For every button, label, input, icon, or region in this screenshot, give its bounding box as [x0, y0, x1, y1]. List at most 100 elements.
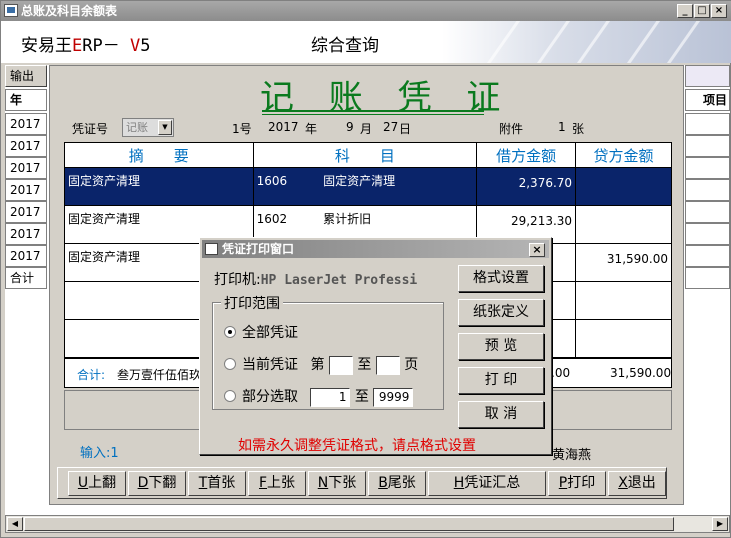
credit-cell[interactable]: [575, 205, 672, 244]
voucher-summary-button[interactable]: H凭证汇总: [428, 471, 546, 496]
dialog-print-button[interactable]: 打 印: [458, 367, 544, 394]
brand-logo: 安易王ERP－ V5: [21, 36, 151, 56]
year-cell[interactable]: 2017: [5, 223, 47, 245]
maximize-button[interactable]: □: [694, 4, 710, 18]
month-label: 月: [360, 122, 373, 136]
total-row-label: 合计: [5, 267, 47, 289]
account-cell[interactable]: 1606 固定资产清理: [252, 167, 478, 206]
first-voucher-button[interactable]: T首张: [188, 471, 246, 496]
year-cell[interactable]: 2017: [5, 179, 47, 201]
year-cell[interactable]: 2017: [5, 201, 47, 223]
radio-all-vouchers[interactable]: 全部凭证: [224, 322, 298, 342]
format-settings-button[interactable]: 格式设置: [458, 265, 544, 292]
mode-title: 综合查询: [311, 36, 379, 56]
page-from-input[interactable]: [328, 355, 353, 375]
preview-button[interactable]: 预 览: [458, 333, 544, 360]
attachment-count: 1: [558, 120, 566, 134]
print-dialog: 凭证打印窗口 × 打印机:HP LaserJet Professi 打印范围 全…: [199, 237, 552, 455]
page-down-button[interactable]: D下翻: [128, 471, 186, 496]
radio-icon[interactable]: [224, 390, 236, 402]
radio-icon[interactable]: [224, 358, 236, 370]
project-cell[interactable]: [685, 201, 730, 223]
radio-selected-icon[interactable]: [224, 326, 236, 338]
app-header: 安易王ERP－ V5 综合查询: [1, 21, 731, 63]
dialog-title-bar[interactable]: 凭证打印窗口 ×: [202, 240, 549, 258]
year-cell[interactable]: 2017: [5, 157, 47, 179]
exit-button[interactable]: X退出: [608, 471, 666, 496]
scroll-right-icon[interactable]: ▶: [712, 517, 728, 531]
account-code: 1602: [256, 212, 288, 226]
table-row[interactable]: 固定资产清理 1606 固定资产清理 2,376.70: [64, 167, 672, 206]
year-cell[interactable]: 2017: [5, 113, 47, 135]
radio-partial-selection[interactable]: 部分选取 1 至 9999: [224, 386, 414, 407]
total-label: 合计:: [77, 368, 106, 382]
year-column-header: 年: [5, 89, 47, 111]
voucher-month: 9: [346, 120, 354, 134]
print-button[interactable]: P打印: [548, 471, 606, 496]
debit-cell[interactable]: 2,376.70: [476, 167, 577, 206]
printer-label: 打印机:: [214, 272, 261, 288]
to-label: 至: [357, 357, 372, 373]
voucher-type-select[interactable]: 记账 ▼: [122, 118, 174, 137]
credit-cell[interactable]: [575, 281, 672, 320]
right-header-strip: [685, 65, 730, 87]
project-cell[interactable]: [685, 245, 730, 267]
paper-setup-button[interactable]: 纸张定义: [458, 299, 544, 326]
voucher-year: 2017: [268, 120, 299, 134]
voucher-no-label: 凭证号: [72, 122, 109, 136]
account-code: 1606: [256, 174, 288, 188]
close-button[interactable]: ×: [711, 4, 727, 18]
radio-label: 当前凭证: [242, 357, 298, 373]
header-decoration: [442, 21, 731, 63]
last-voucher-button[interactable]: B尾张: [368, 471, 426, 496]
year-cell[interactable]: 2017: [5, 245, 47, 267]
minimize-button[interactable]: _: [677, 4, 693, 18]
output-button[interactable]: 输出: [5, 65, 47, 87]
maker-name: 黄海燕: [552, 448, 592, 463]
page-up-button[interactable]: U上翻: [68, 471, 126, 496]
title-underline: [262, 114, 484, 115]
year-cell[interactable]: 2017: [5, 135, 47, 157]
project-cell[interactable]: [685, 223, 730, 245]
range-to-input[interactable]: 9999: [373, 387, 414, 407]
credit-cell[interactable]: 31,590.00: [575, 243, 672, 282]
cancel-button[interactable]: 取 消: [458, 401, 544, 428]
attachment-label: 附件: [499, 122, 524, 136]
horizontal-scrollbar[interactable]: ◀ ▶: [5, 515, 730, 533]
project-cell[interactable]: [685, 267, 730, 289]
navigation-toolbar: U上翻 D下翻 T首张 F上张 N下张 B尾张 H凭证汇总 P打印 X退出: [57, 467, 667, 499]
next-voucher-button[interactable]: N下张: [308, 471, 366, 496]
project-cell[interactable]: [685, 113, 730, 135]
page-prefix-label: 第: [310, 357, 325, 373]
credit-cell[interactable]: [575, 167, 672, 206]
chevron-down-icon[interactable]: ▼: [158, 120, 172, 135]
input-operator-label: 输入:1: [80, 446, 119, 461]
previous-voucher-button[interactable]: F上张: [248, 471, 306, 496]
project-cell[interactable]: [685, 179, 730, 201]
window-title: 总账及科目余额表: [21, 4, 118, 18]
credit-cell[interactable]: [575, 319, 672, 358]
voucher-number: 1号: [232, 122, 252, 136]
summary-cell[interactable]: 固定资产清理: [64, 167, 254, 206]
project-cell[interactable]: [685, 157, 730, 179]
column-header-account: 科 目: [252, 142, 478, 168]
scroll-thumb[interactable]: [24, 517, 674, 531]
total-credit: 31,590.00: [610, 366, 672, 380]
page-to-input[interactable]: [375, 355, 400, 375]
project-cell[interactable]: [685, 135, 730, 157]
attachment-unit: 张: [572, 122, 585, 136]
range-from-input[interactable]: 1: [310, 387, 351, 407]
page-suffix-label: 页: [404, 357, 419, 373]
project-column-header: 项目: [685, 89, 730, 111]
year-label: 年: [305, 122, 318, 136]
radio-current-voucher[interactable]: 当前凭证 第 至 页: [224, 354, 418, 375]
voucher-type-value: 记账: [126, 121, 148, 134]
close-icon[interactable]: ×: [529, 243, 545, 257]
radio-label: 全部凭证: [242, 325, 298, 341]
scroll-left-icon[interactable]: ◀: [7, 517, 23, 531]
dialog-app-icon: [205, 243, 218, 255]
title-bar[interactable]: 总账及科目余额表 _ □ ×: [1, 1, 731, 21]
printer-info: 打印机:HP LaserJet Professi: [214, 269, 417, 289]
column-header-credit: 贷方金额: [575, 142, 672, 168]
print-range-label: 打印范围: [221, 293, 283, 313]
